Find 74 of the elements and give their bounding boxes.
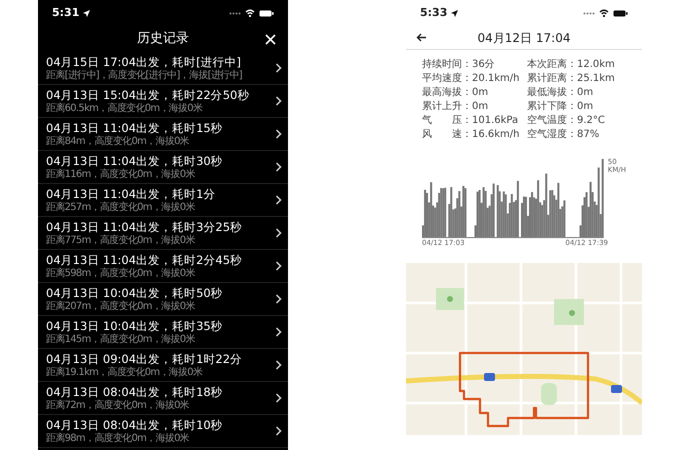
history-record[interactable]: 04月13日 09:04出发，耗时1时22分 距离19.1km，高度变化0m，海拔0米 <box>38 349 288 382</box>
record-detail: 距离598m，高度变化0m，海拔0米 <box>46 268 196 280</box>
history-record[interactable]: 04月13日 08:04出发，耗时10秒 距离98m，高度变化0m，海拔0米 <box>38 415 288 448</box>
record-title: 04月15日 17:04出发，耗时[进行中] <box>46 54 242 70</box>
history-record[interactable]: 04月13日 11:04出发，耗时15秒 距离84m，高度变化0m，海拔0米 <box>38 118 288 151</box>
battery-icon <box>259 10 274 16</box>
record-detail: 距离207m，高度变化0m，海拔0米 <box>46 300 196 312</box>
close-icon[interactable] <box>265 34 276 45</box>
record-detail: 距离98m，高度变化0m，海拔0米 <box>46 432 190 444</box>
stat-text: 空气温度：9.2°C <box>527 114 606 128</box>
status-time: 5:33 <box>420 4 448 21</box>
history-record[interactable]: 04月13日 11:04出发，耗时2分45秒 距离598m，高度变化0m，海拔0米 <box>38 250 288 283</box>
history-record[interactable]: 04月13日 08:04出发，耗时18秒 距离72m，高度变化0m，海拔0米 <box>38 382 288 415</box>
wifi-icon <box>599 9 609 17</box>
chevron-right-icon <box>275 327 282 337</box>
record-detail: 距离775m，高度变化0m，海拔0米 <box>46 234 196 246</box>
screen-title: 04月12日 17:04 <box>476 30 572 46</box>
record-title: 04月13日 11:04出发，耗时1分 <box>46 186 216 202</box>
record-detail: 距离72m，高度变化0m，海拔0米 <box>46 400 190 412</box>
record-title: 04月13日 11:04出发，耗时15秒 <box>46 120 224 136</box>
chevron-right-icon <box>275 129 282 139</box>
stat-text: 风 速：16.6km/h <box>422 128 521 142</box>
stat-text: 持续时间：36分 <box>422 58 496 72</box>
history-record[interactable]: 04月13日 11:04出发，耗时30秒 距离116m，高度变化0m，海拔0米 <box>38 151 288 184</box>
record-title: 04月13日 15:04出发，耗时22分50秒 <box>46 88 250 102</box>
record-title: 04月13日 08:04出发，耗时10秒 <box>46 418 224 432</box>
history-record[interactable]: 04月13日 10:04出发，耗时35秒 距离145m，高度变化0m，海拔0米 <box>38 316 288 349</box>
chevron-right-icon <box>275 426 282 436</box>
stat-text: 最高海拔：0m <box>422 86 490 100</box>
stat-text: 累计上升：0m <box>422 100 490 114</box>
record-detail: 距离145m，高度变化0m，海拔0米 <box>46 334 196 346</box>
record-detail: 距离[进行中]，高度变化[进行中]，海拔[进行中] <box>46 70 243 82</box>
back-arrow-icon[interactable] <box>416 33 427 42</box>
screen-title: 历史记录 <box>137 30 189 48</box>
chevron-right-icon <box>275 393 282 403</box>
chevron-right-icon <box>275 261 282 271</box>
history-record[interactable]: 04月13日 11:04出发，耗时1分 距离257m，高度变化0m，海拔0米 <box>38 184 288 217</box>
chevron-right-icon <box>275 96 282 106</box>
location-arrow-icon <box>83 10 90 16</box>
chevron-right-icon <box>275 360 282 370</box>
stat-text: 空气湿度：87% <box>527 128 600 142</box>
stat-text: 累计下降：0m <box>527 100 594 114</box>
stat-text: 累计距离：25.1km <box>527 72 616 86</box>
stat-text: 气 压：101.6kPa <box>422 114 520 128</box>
battery-icon <box>613 10 628 16</box>
record-detail: 距离60.5km，高度变化0m，海拔0米 <box>46 102 204 114</box>
location-arrow-icon <box>451 10 458 16</box>
history-record[interactable]: 04月13日 11:04出发，耗时3分25秒 距离775m，高度变化0m，海拔0米 <box>38 217 288 250</box>
record-detail: 距离84m，高度变化0m，海拔0米 <box>46 136 190 148</box>
record-title: 04月13日 10:04出发，耗时35秒 <box>46 318 224 334</box>
chevron-right-icon <box>275 162 282 172</box>
history-record[interactable]: 04月13日 15:04出发，耗时22分50秒 距离60.5km，高度变化0m，海拔0米 <box>38 85 288 118</box>
record-title: 04月13日 10:04出发，耗时50秒 <box>46 286 224 300</box>
record-detail: 距离257m，高度变化0m，海拔0米 <box>46 202 196 214</box>
history-record[interactable]: 04月15日 17:04出发，耗时[进行中] 距离[进行中]，高度变化[进行中]，海拔[进行中] <box>38 52 288 85</box>
record-title: 04月13日 11:04出发，耗时2分45秒 <box>46 252 244 268</box>
chevron-right-icon <box>275 228 282 238</box>
record-title: 04月13日 11:04出发，耗时3分25秒 <box>46 220 244 234</box>
history-record[interactable]: 04月13日 10:04出发，耗时50秒 距离207m，高度变化0m，海拔0米 <box>38 283 288 316</box>
signal-icon <box>583 12 595 14</box>
status-time: 5:31 <box>52 4 80 21</box>
record-detail: 距离19.1km，高度变化0m，海拔0米 <box>46 366 204 378</box>
record-title: 04月13日 09:04出发，耗时1时22分 <box>46 352 244 366</box>
record-title: 04月13日 11:04出发，耗时30秒 <box>46 154 224 168</box>
wifi-icon <box>245 9 255 17</box>
stat-text: 最低海拔：0m <box>527 86 594 100</box>
stat-text: 本次距离：12.0km <box>527 58 616 72</box>
chevron-right-icon <box>275 63 282 73</box>
signal-icon <box>229 12 241 14</box>
record-title: 04月13日 08:04出发，耗时18秒 <box>46 384 224 400</box>
record-detail: 距离116m，高度变化0m，海拔0米 <box>46 168 196 180</box>
chevron-right-icon <box>275 195 282 205</box>
stat-text: 平均速度：20.1km/h <box>422 72 521 86</box>
chevron-right-icon <box>275 294 282 304</box>
